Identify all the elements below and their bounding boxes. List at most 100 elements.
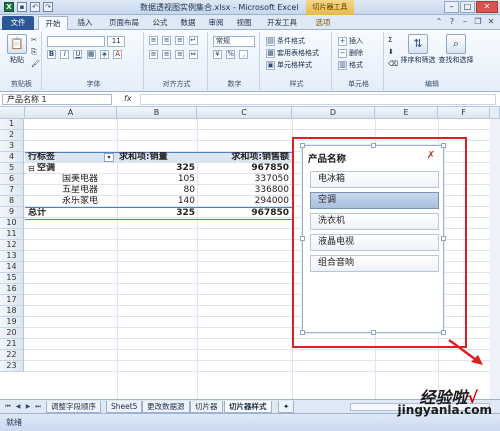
comma-icon[interactable]: , <box>239 50 249 59</box>
pivot-item-name[interactable]: 国美电器 <box>62 174 117 185</box>
insert-button[interactable]: + 插入 <box>338 36 363 46</box>
slicer-item-selected[interactable]: 空调 <box>310 192 439 209</box>
clear-icon[interactable]: ⌫ <box>388 60 398 68</box>
column-header-d[interactable]: D <box>292 107 375 119</box>
help-icon[interactable]: ? <box>447 17 457 27</box>
sheet-tab[interactable]: 切片器 <box>190 401 223 413</box>
wrap-text-icon[interactable]: ↵ <box>188 36 198 45</box>
column-header-c[interactable]: C <box>197 107 292 119</box>
column-header-b[interactable]: B <box>117 107 197 119</box>
column-header-a[interactable]: A <box>25 107 117 119</box>
pivot-item-sales[interactable]: 294000 <box>199 196 289 207</box>
pivot-total-qty[interactable]: 325 <box>119 208 195 219</box>
row-header[interactable]: 6 <box>0 174 24 185</box>
align-left-icon[interactable]: ≡ <box>149 50 158 59</box>
align-center-icon[interactable]: ≡ <box>162 50 172 59</box>
row-header[interactable]: 18 <box>0 306 24 317</box>
conditional-format-button[interactable]: ▤ 条件格式 <box>266 36 305 46</box>
align-bottom-icon[interactable]: ≡ <box>175 36 185 45</box>
pivot-group-name[interactable]: 空调 <box>37 163 97 174</box>
tab-view[interactable]: 视图 <box>232 16 256 30</box>
paste-button[interactable]: 📋 粘贴 <box>4 34 30 65</box>
resize-handle[interactable] <box>371 143 376 148</box>
sort-filter-button[interactable]: ⇅ 排序和筛选 <box>400 34 436 65</box>
number-format-select[interactable]: 常规 <box>213 36 255 47</box>
formula-input[interactable] <box>140 94 496 105</box>
row-header[interactable]: 21 <box>0 339 24 350</box>
resize-handle[interactable] <box>441 143 446 148</box>
pivot-item-qty[interactable]: 140 <box>119 196 195 207</box>
slicer-item[interactable]: 电冰箱 <box>310 171 439 188</box>
workbook-restore-icon[interactable]: ❐ <box>473 17 483 27</box>
format-button[interactable]: ▥ 格式 <box>338 60 363 70</box>
row-header[interactable]: 13 <box>0 251 24 262</box>
workbook-minimize-icon[interactable]: – <box>460 17 470 27</box>
fill-icon[interactable]: ⬇ <box>388 48 394 56</box>
find-select-button[interactable]: ⌕ 查找和选择 <box>438 34 474 65</box>
column-header-f[interactable]: F <box>438 107 490 119</box>
merge-icon[interactable]: ⇔ <box>188 50 198 59</box>
sheet-tab[interactable]: 更改数据源 <box>142 401 190 413</box>
column-header-e[interactable]: E <box>375 107 438 119</box>
tab-developer[interactable]: 开发工具 <box>262 16 302 30</box>
fill-color-icon[interactable]: ◈ <box>99 50 109 59</box>
tab-data[interactable]: 数据 <box>176 16 200 30</box>
row-header[interactable]: 11 <box>0 229 24 240</box>
minimize-icon[interactable]: – <box>444 1 459 13</box>
pivot-item-qty[interactable]: 80 <box>119 185 195 196</box>
pivot-item-qty[interactable]: 105 <box>119 174 195 185</box>
pivot-group-qty[interactable]: 325 <box>119 163 195 174</box>
vertical-scrollbar-top[interactable] <box>490 107 500 119</box>
sheet-tab-active[interactable]: 切片器样式 <box>224 401 272 413</box>
copy-icon[interactable]: ⎘ <box>31 48 37 57</box>
row-header[interactable]: 8 <box>0 196 24 207</box>
border-icon[interactable]: ▦ <box>86 50 96 59</box>
autosum-icon[interactable]: Σ <box>388 36 392 44</box>
pivot-item-sales[interactable]: 336800 <box>199 185 289 196</box>
tab-insert[interactable]: 插入 <box>70 16 100 30</box>
select-all-corner[interactable] <box>0 107 25 119</box>
pivot-sales-header[interactable]: 求和项:销售额 <box>199 152 289 163</box>
row-header[interactable]: 15 <box>0 273 24 284</box>
resize-handle[interactable] <box>300 330 305 335</box>
maximize-icon[interactable]: □ <box>460 1 475 13</box>
pivot-total-label[interactable]: 总计 <box>28 208 88 219</box>
ribbon-minimize-icon[interactable]: ⌃ <box>434 17 444 27</box>
row-header[interactable]: 1 <box>0 119 24 130</box>
pivot-qty-header[interactable]: 求和项:销量 <box>119 152 195 163</box>
pivot-item-name[interactable]: 五星电器 <box>62 185 117 196</box>
row-header[interactable]: 17 <box>0 295 24 306</box>
filter-dropdown-icon[interactable]: ▾ <box>104 153 114 162</box>
row-header[interactable]: 19 <box>0 317 24 328</box>
pivot-row-label-header[interactable]: 行标签 <box>28 152 88 163</box>
row-header[interactable]: 4 <box>0 152 24 163</box>
undo-icon[interactable]: ↶ <box>30 2 40 12</box>
sheet-tab[interactable]: 调整字段顺序 <box>46 401 101 413</box>
resize-handle[interactable] <box>300 143 305 148</box>
row-header[interactable]: 14 <box>0 262 24 273</box>
pivot-item-sales[interactable]: 337050 <box>199 174 289 185</box>
row-header[interactable]: 16 <box>0 284 24 295</box>
row-header[interactable]: 12 <box>0 240 24 251</box>
clear-filter-icon[interactable]: ✗ <box>425 151 437 162</box>
row-header[interactable]: 3 <box>0 141 24 152</box>
tab-file[interactable]: 文件 <box>2 16 34 30</box>
currency-icon[interactable]: ¥ <box>213 50 222 59</box>
tab-home[interactable]: 开始 <box>38 16 68 30</box>
row-header[interactable]: 10 <box>0 218 24 229</box>
resize-handle[interactable] <box>371 330 376 335</box>
excel-icon[interactable]: X <box>4 2 14 12</box>
row-header[interactable]: 23 <box>0 361 24 372</box>
collapse-icon[interactable]: ⊟ <box>28 163 36 174</box>
table-format-button[interactable]: ▦ 套用表格格式 <box>266 48 319 58</box>
align-top-icon[interactable]: ≡ <box>149 36 158 45</box>
slicer-item[interactable]: 组合音响 <box>310 255 439 272</box>
underline-icon[interactable]: U <box>73 50 83 59</box>
name-box[interactable]: 产品名称 1 <box>2 94 112 105</box>
prev-sheet-icon[interactable]: ◀ <box>14 402 22 411</box>
align-right-icon[interactable]: ≡ <box>175 50 185 59</box>
slicer-item[interactable]: 洗衣机 <box>310 213 439 230</box>
slicer-product-name[interactable]: 产品名称 ✗ 电冰箱 空调 洗衣机 液晶电视 组合音响 <box>300 143 446 335</box>
cut-icon[interactable]: ✂ <box>31 36 37 44</box>
delete-button[interactable]: − 删除 <box>338 48 363 58</box>
